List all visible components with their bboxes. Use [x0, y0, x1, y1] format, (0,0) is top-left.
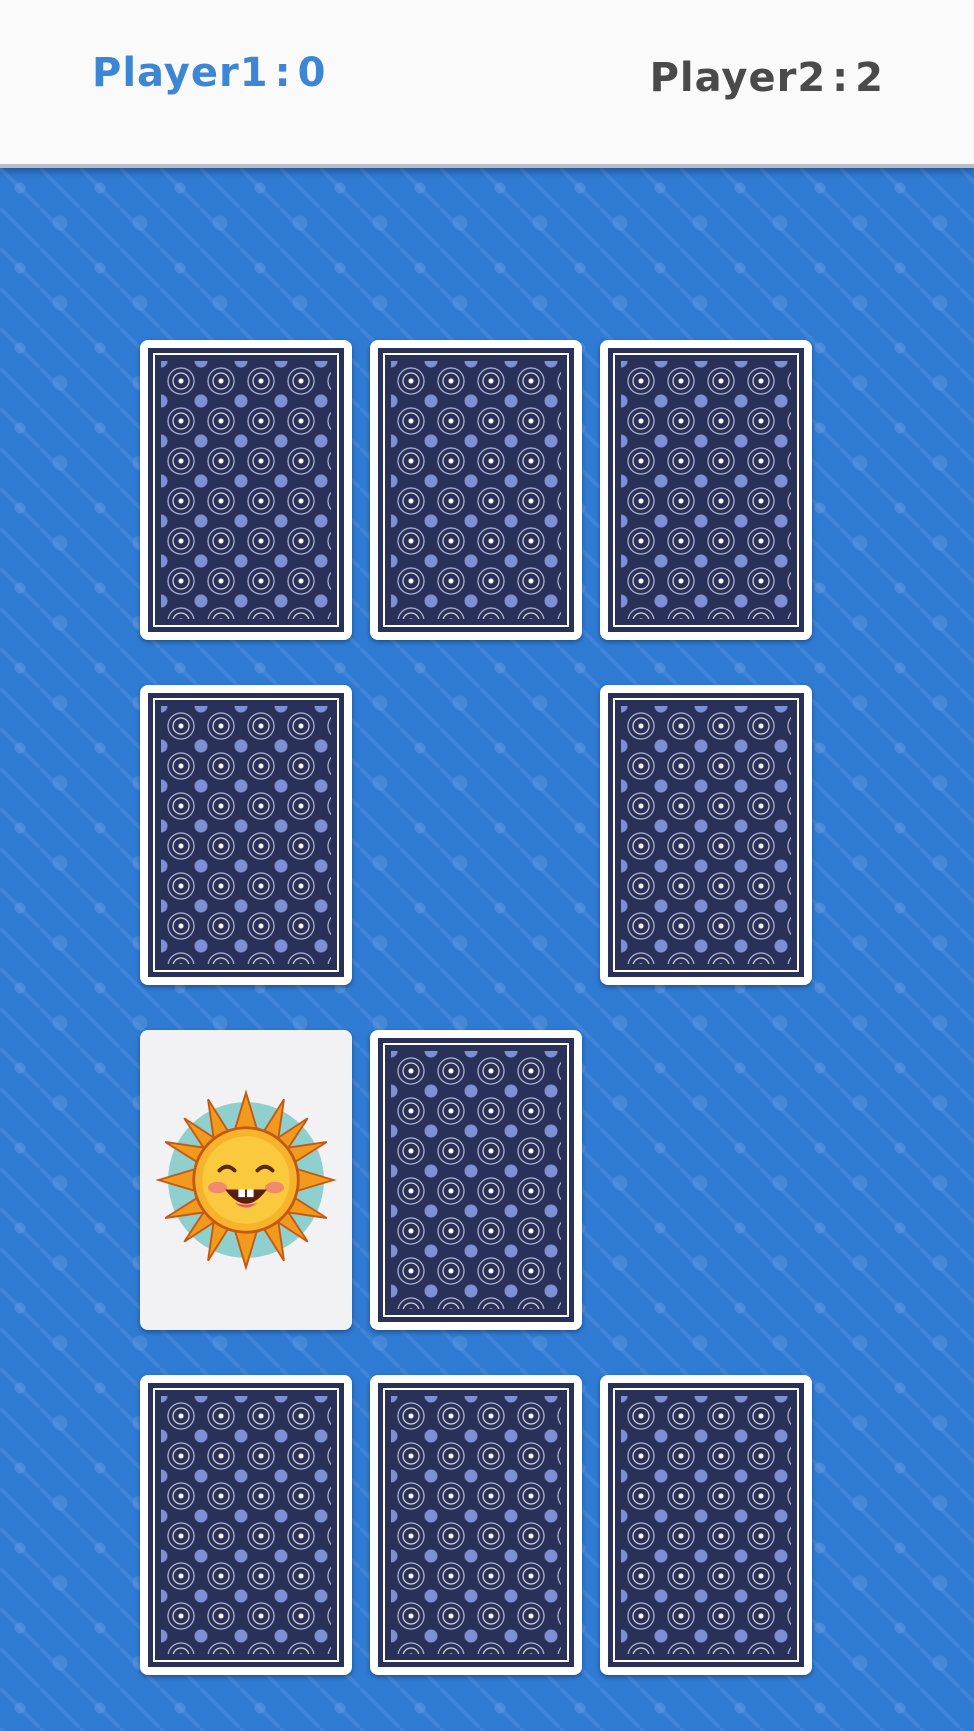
card-back-pattern	[391, 361, 561, 619]
scoreboard-header: Player1:0 Player2:2	[0, 0, 974, 168]
card-back-pattern	[161, 361, 331, 619]
player1-separator: :	[274, 50, 292, 96]
player2-score: Player2:2	[650, 55, 884, 101]
card-back-pattern	[621, 361, 791, 619]
card-face-down[interactable]	[140, 685, 352, 985]
card-back-pattern	[161, 706, 331, 964]
card-face-up[interactable]	[140, 1030, 352, 1330]
card-back-pattern	[391, 1396, 561, 1654]
card-back-pattern	[621, 706, 791, 964]
smiling-sun-icon	[155, 1089, 337, 1271]
card-face-down[interactable]	[370, 340, 582, 640]
card-face-down[interactable]	[370, 1375, 582, 1675]
player1-score-value: 0	[297, 50, 327, 96]
player1-score: Player1:0	[92, 50, 326, 96]
card-face-down[interactable]	[600, 685, 812, 985]
card-back-pattern	[391, 1051, 561, 1309]
player2-separator: :	[832, 55, 850, 101]
card-face-down[interactable]	[140, 1375, 352, 1675]
card-face-down[interactable]	[600, 1375, 812, 1675]
card-back-pattern	[161, 1396, 331, 1654]
card-face-down[interactable]	[370, 1030, 582, 1330]
card-face-down[interactable]	[140, 340, 352, 640]
card-back-pattern	[621, 1396, 791, 1654]
player2-score-value: 2	[855, 55, 884, 101]
player1-name: Player1	[92, 50, 269, 96]
card-face-down[interactable]	[600, 340, 812, 640]
player2-name: Player2	[649, 55, 827, 101]
